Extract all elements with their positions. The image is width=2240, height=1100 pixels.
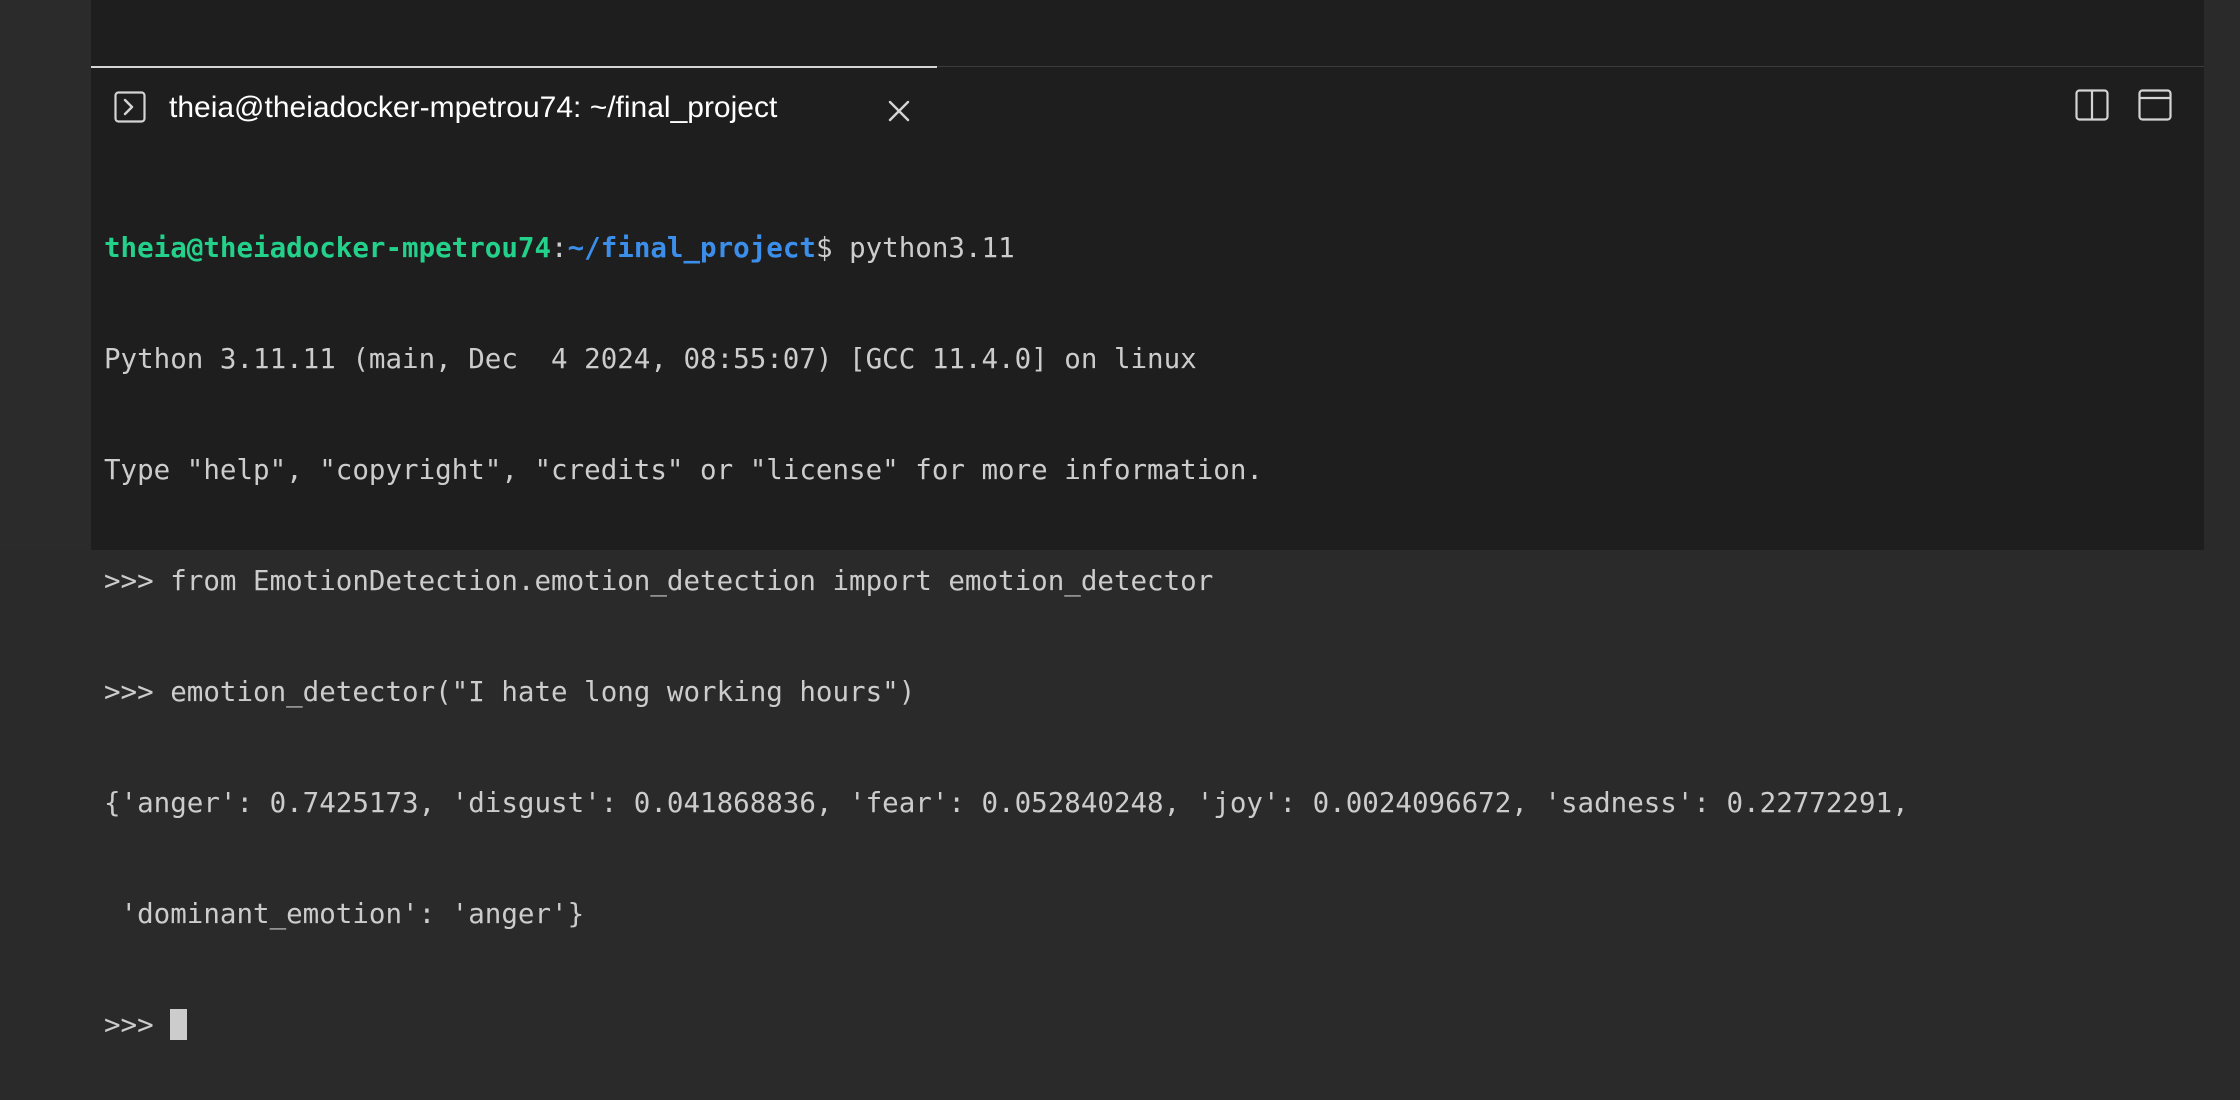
editor-area: [91, 0, 2204, 66]
terminal-icon: [114, 91, 146, 123]
terminal-line: >>> from EmotionDetection.emotion_detect…: [104, 565, 1214, 597]
terminal-line: Python 3.11.11 (main, Dec 4 2024, 08:55:…: [104, 343, 1197, 375]
prompt-dollar: $: [815, 232, 833, 264]
terminal-line: >>> emotion_detector("I hate long workin…: [104, 676, 916, 708]
activity-bar: [0, 0, 91, 550]
prompt-path: ~/final_project: [567, 232, 816, 264]
terminal-input-line[interactable]: >>>: [104, 1007, 1909, 1044]
right-sidebar-strip: [2204, 0, 2240, 550]
terminal-prompt-line: theia@theiadocker-mpetrou74:~/final_proj…: [104, 230, 1909, 267]
terminal-output[interactable]: theia@theiadocker-mpetrou74:~/final_proj…: [104, 156, 1909, 1100]
terminal-line: {'anger': 0.7425173, 'disgust': 0.041868…: [104, 787, 1909, 819]
terminal-cursor: [170, 1009, 188, 1040]
terminal-tab[interactable]: theia@theiadocker-mpetrou74: ~/final_pro…: [91, 66, 937, 136]
terminal-tab-title: theia@theiadocker-mpetrou74: ~/final_pro…: [169, 91, 778, 124]
prompt-user: theia@theiadocker-mpetrou74: [104, 232, 552, 264]
terminal-panel: theia@theiadocker-mpetrou74: ~/final_pro…: [91, 66, 2204, 1041]
prompt-command: python3.11: [832, 232, 1015, 264]
terminal-line: 'dominant_emotion': 'anger'}: [104, 898, 585, 930]
terminal-line: Type "help", "copyright", "credits" or "…: [104, 454, 1263, 486]
close-icon[interactable]: [887, 99, 911, 123]
split-terminal-icon[interactable]: [2075, 89, 2109, 121]
prompt-separator: :: [551, 232, 568, 264]
final-prompt: >>>: [104, 1009, 171, 1041]
maximize-panel-icon[interactable]: [2138, 89, 2172, 121]
